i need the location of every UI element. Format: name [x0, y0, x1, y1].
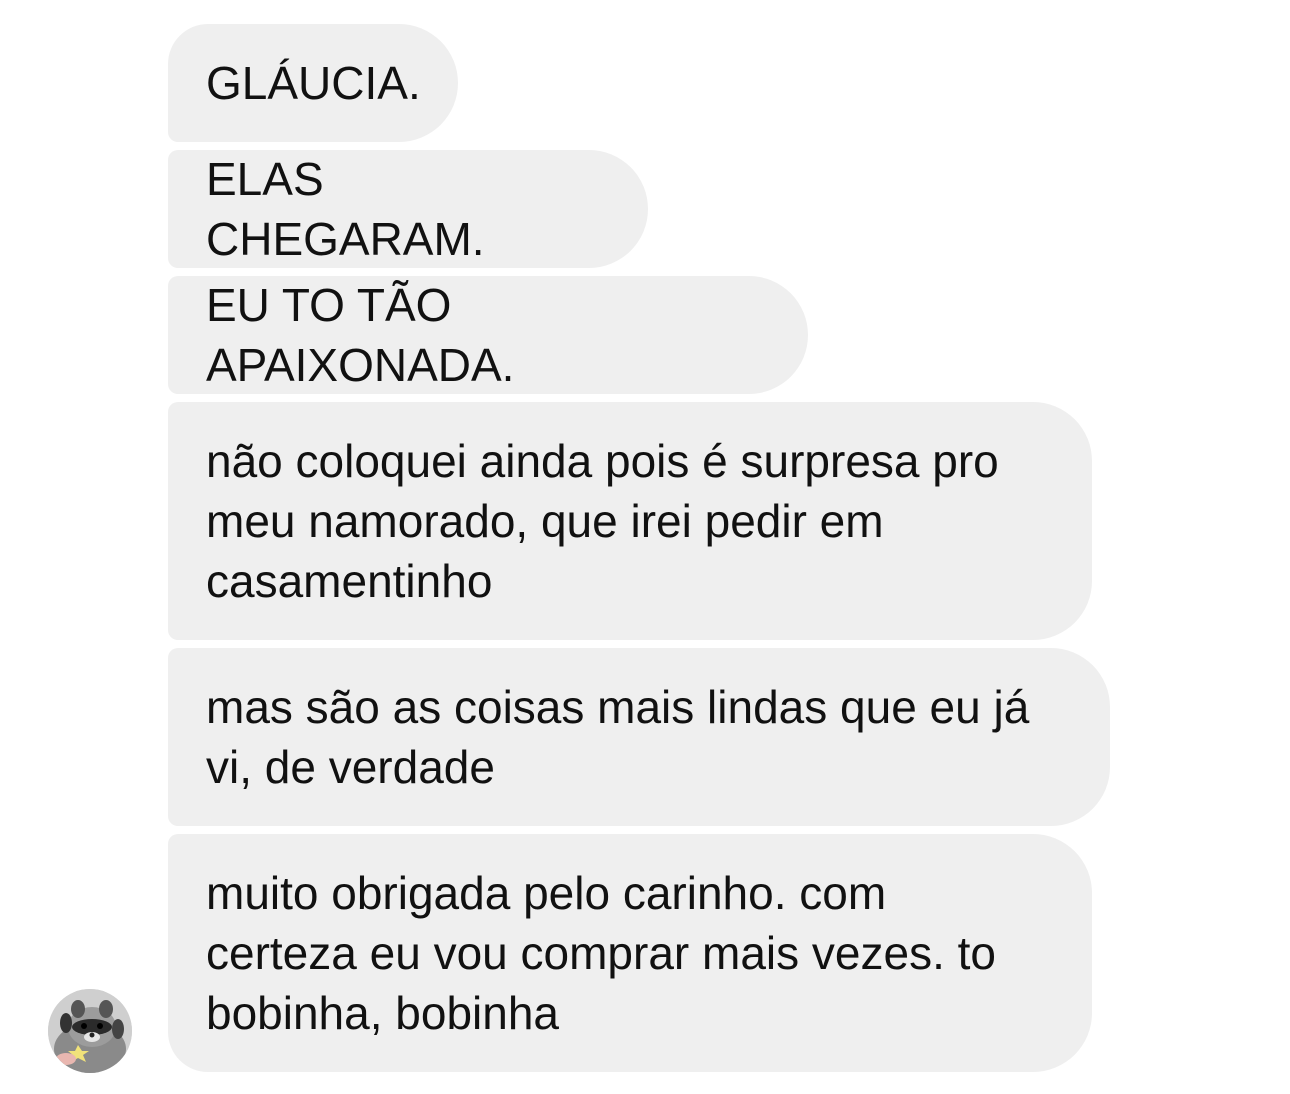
message-bubble[interactable]: muito obrigada pelo carinho. com certeza… — [168, 834, 1092, 1072]
message-text: EU TO TÃO APAIXONADA. — [206, 279, 515, 391]
message-text: muito obrigada pelo carinho. com certeza… — [206, 867, 996, 1039]
message-bubble[interactable]: GLÁUCIA. — [168, 24, 458, 142]
message-text: mas são as coisas mais lindas que eu já … — [206, 681, 1030, 793]
message-text: GLÁUCIA. — [206, 57, 421, 109]
message-text: não coloquei ainda pois é surpresa pro m… — [206, 435, 999, 607]
message-bubble[interactable]: ELAS CHEGARAM. — [168, 150, 648, 268]
message-bubble[interactable]: não coloquei ainda pois é surpresa pro m… — [168, 402, 1092, 640]
message-bubble[interactable]: mas são as coisas mais lindas que eu já … — [168, 648, 1110, 826]
message-thread: GLÁUCIA. ELAS CHEGARAM. EU TO TÃO APAIXO… — [0, 0, 1290, 1094]
raccoon-avatar-icon — [48, 989, 132, 1073]
message-bubble[interactable]: EU TO TÃO APAIXONADA. — [168, 276, 808, 394]
message-text: ELAS CHEGARAM. — [206, 153, 485, 265]
sender-avatar[interactable] — [48, 989, 132, 1073]
